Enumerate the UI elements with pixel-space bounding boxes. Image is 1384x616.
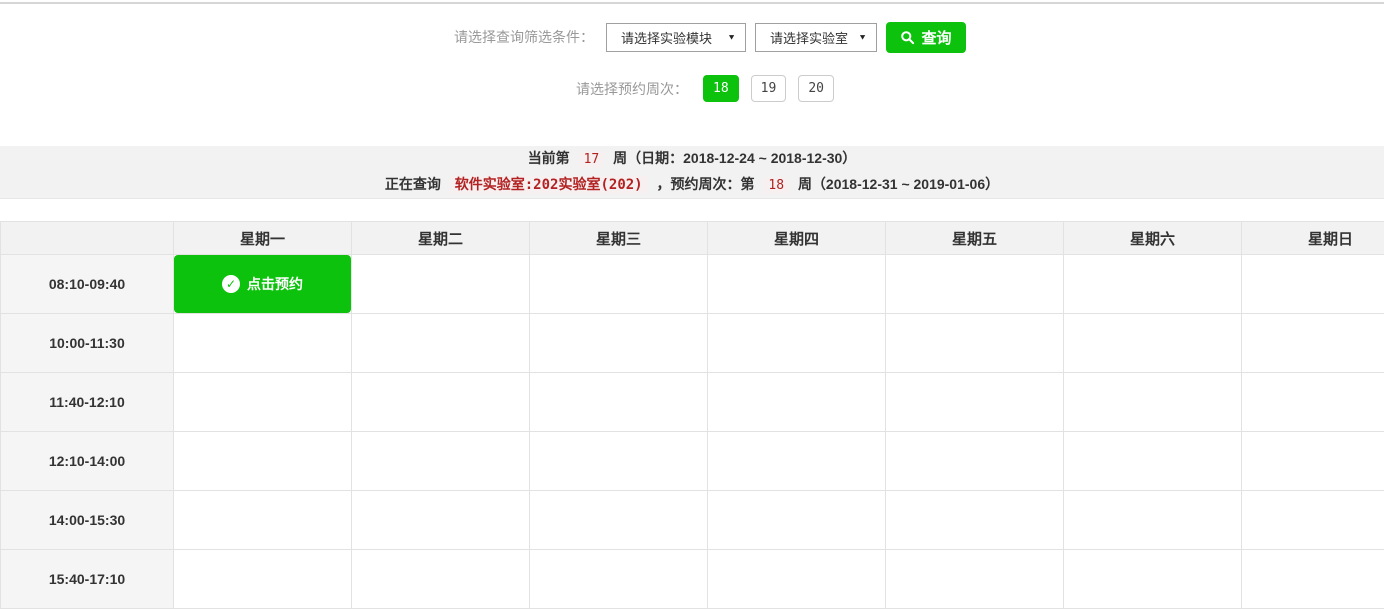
- time-slot-label: 10:00-11:30: [1, 314, 174, 373]
- day-header-tuesday: 星期二: [352, 222, 530, 255]
- timetable-cell: [530, 550, 708, 609]
- booking-button-label: 点击预约: [247, 274, 303, 294]
- timetable-cell: [1242, 314, 1384, 373]
- day-header-monday: 星期一: [174, 222, 352, 255]
- booking-button[interactable]: ✓ 点击预约: [174, 255, 351, 313]
- timetable-cell: [886, 491, 1064, 550]
- timetable-cell: [708, 491, 886, 550]
- timetable-cell: [1242, 255, 1384, 314]
- lab-name-chip: 软件实验室:202实验室(202): [450, 176, 648, 194]
- search-icon: [900, 30, 915, 45]
- module-select-value: 请选择实验模块: [621, 28, 712, 47]
- page-top-divider: [0, 0, 1384, 4]
- time-column-header: [1, 222, 174, 255]
- status-line1-before: 当前第: [528, 150, 570, 166]
- room-select-value: 请选择实验室: [770, 28, 848, 47]
- timetable-cell: [886, 255, 1064, 314]
- timetable-cell: [886, 314, 1064, 373]
- time-slot-label: 11:40-12:10: [1, 373, 174, 432]
- timetable-cell: [708, 550, 886, 609]
- status-line2-middle: ，预约周次：第: [657, 176, 755, 192]
- status-line2-after: 周（2018-12-31 ~ 2019-01-06）: [798, 176, 999, 192]
- current-week-chip: 17: [579, 151, 605, 168]
- timetable-cell: [352, 550, 530, 609]
- timetable-cell: [708, 314, 886, 373]
- week-button-18[interactable]: 18: [703, 75, 739, 102]
- timetable-cell: [352, 314, 530, 373]
- timetable-cell: [1242, 550, 1384, 609]
- status-line-current-week: 当前第 17 周（日期：2018-12-24 ~ 2018-12-30）: [528, 146, 857, 172]
- timetable-cell: [1242, 432, 1384, 491]
- timetable-cell: [1064, 550, 1242, 609]
- day-header-thursday: 星期四: [708, 222, 886, 255]
- timetable-cell: [1242, 491, 1384, 550]
- table-row: 14:00-15:30: [1, 491, 1384, 550]
- timetable-cell: [352, 255, 530, 314]
- day-header-friday: 星期五: [886, 222, 1064, 255]
- timetable-cell: [708, 373, 886, 432]
- table-row: 11:40-12:10: [1, 373, 1384, 432]
- timetable-cell: [174, 314, 352, 373]
- filter-bar: 请选择查询筛选条件： 请选择实验模块 ▼ 请选择实验室 ▼ 查询: [18, 22, 1384, 52]
- module-select[interactable]: 请选择实验模块 ▼: [606, 23, 746, 52]
- week-selector-label: 请选择预约周次：: [576, 79, 688, 99]
- timetable-cell: [174, 432, 352, 491]
- chevron-down-icon: ▼: [858, 33, 867, 42]
- timetable-cell: [1064, 373, 1242, 432]
- search-button-label: 查询: [921, 27, 951, 48]
- timetable-cell: [530, 432, 708, 491]
- check-circle-icon: ✓: [222, 275, 240, 293]
- timetable-cell: [530, 373, 708, 432]
- timetable-cell: [352, 373, 530, 432]
- table-row: 15:40-17:10: [1, 550, 1384, 609]
- day-header-saturday: 星期六: [1064, 222, 1242, 255]
- timetable-cell: [530, 255, 708, 314]
- timetable-cell: [530, 491, 708, 550]
- day-header-wednesday: 星期三: [530, 222, 708, 255]
- time-slot-label: 08:10-09:40: [1, 255, 174, 314]
- timetable-cell: [174, 491, 352, 550]
- timetable-cell: [530, 314, 708, 373]
- table-row: 08:10-09:40 ✓ 点击预约: [1, 255, 1384, 314]
- timetable-header-row: 星期一 星期二 星期三 星期四 星期五 星期六 星期日: [1, 222, 1384, 255]
- status-line1-after: 周（日期：2018-12-24 ~ 2018-12-30）: [613, 150, 856, 166]
- status-bar: 当前第 17 周（日期：2018-12-24 ~ 2018-12-30） 正在查…: [0, 146, 1384, 199]
- time-slot-label: 14:00-15:30: [1, 491, 174, 550]
- timetable-cell: [1064, 314, 1242, 373]
- timetable-cell: [886, 373, 1064, 432]
- week-button-20[interactable]: 20: [798, 75, 834, 102]
- timetable-cell: [352, 432, 530, 491]
- table-row: 10:00-11:30: [1, 314, 1384, 373]
- timetable-cell-mon-1: ✓ 点击预约: [174, 255, 352, 314]
- timetable-cell: [1242, 373, 1384, 432]
- timetable-cell: [886, 550, 1064, 609]
- filter-label: 请选择查询筛选条件：: [454, 27, 594, 47]
- timetable-cell: [1064, 491, 1242, 550]
- timetable-cell: [708, 255, 886, 314]
- timetable-cell: [1064, 255, 1242, 314]
- search-button[interactable]: 查询: [886, 22, 966, 53]
- week-button-19[interactable]: 19: [751, 75, 787, 102]
- chevron-down-icon: ▼: [727, 33, 736, 42]
- time-slot-label: 15:40-17:10: [1, 550, 174, 609]
- timetable: 星期一 星期二 星期三 星期四 星期五 星期六 星期日 08:10-09:40 …: [0, 221, 1384, 609]
- room-select[interactable]: 请选择实验室 ▼: [755, 23, 877, 52]
- status-line2-before: 正在查询: [385, 176, 441, 192]
- timetable-cell: [1064, 432, 1242, 491]
- booking-week-chip: 18: [763, 177, 789, 194]
- week-selector: 请选择预约周次： 18 19 20: [16, 75, 1384, 102]
- time-slot-label: 12:10-14:00: [1, 432, 174, 491]
- timetable-cell: [708, 432, 886, 491]
- day-header-sunday: 星期日: [1242, 222, 1384, 255]
- status-line-query-info: 正在查询 软件实验室:202实验室(202) ，预约周次：第 18 周（2018…: [385, 172, 999, 198]
- table-row: 12:10-14:00: [1, 432, 1384, 491]
- timetable-cell: [886, 432, 1064, 491]
- timetable-cell: [174, 373, 352, 432]
- timetable-cell: [174, 550, 352, 609]
- timetable-cell: [352, 491, 530, 550]
